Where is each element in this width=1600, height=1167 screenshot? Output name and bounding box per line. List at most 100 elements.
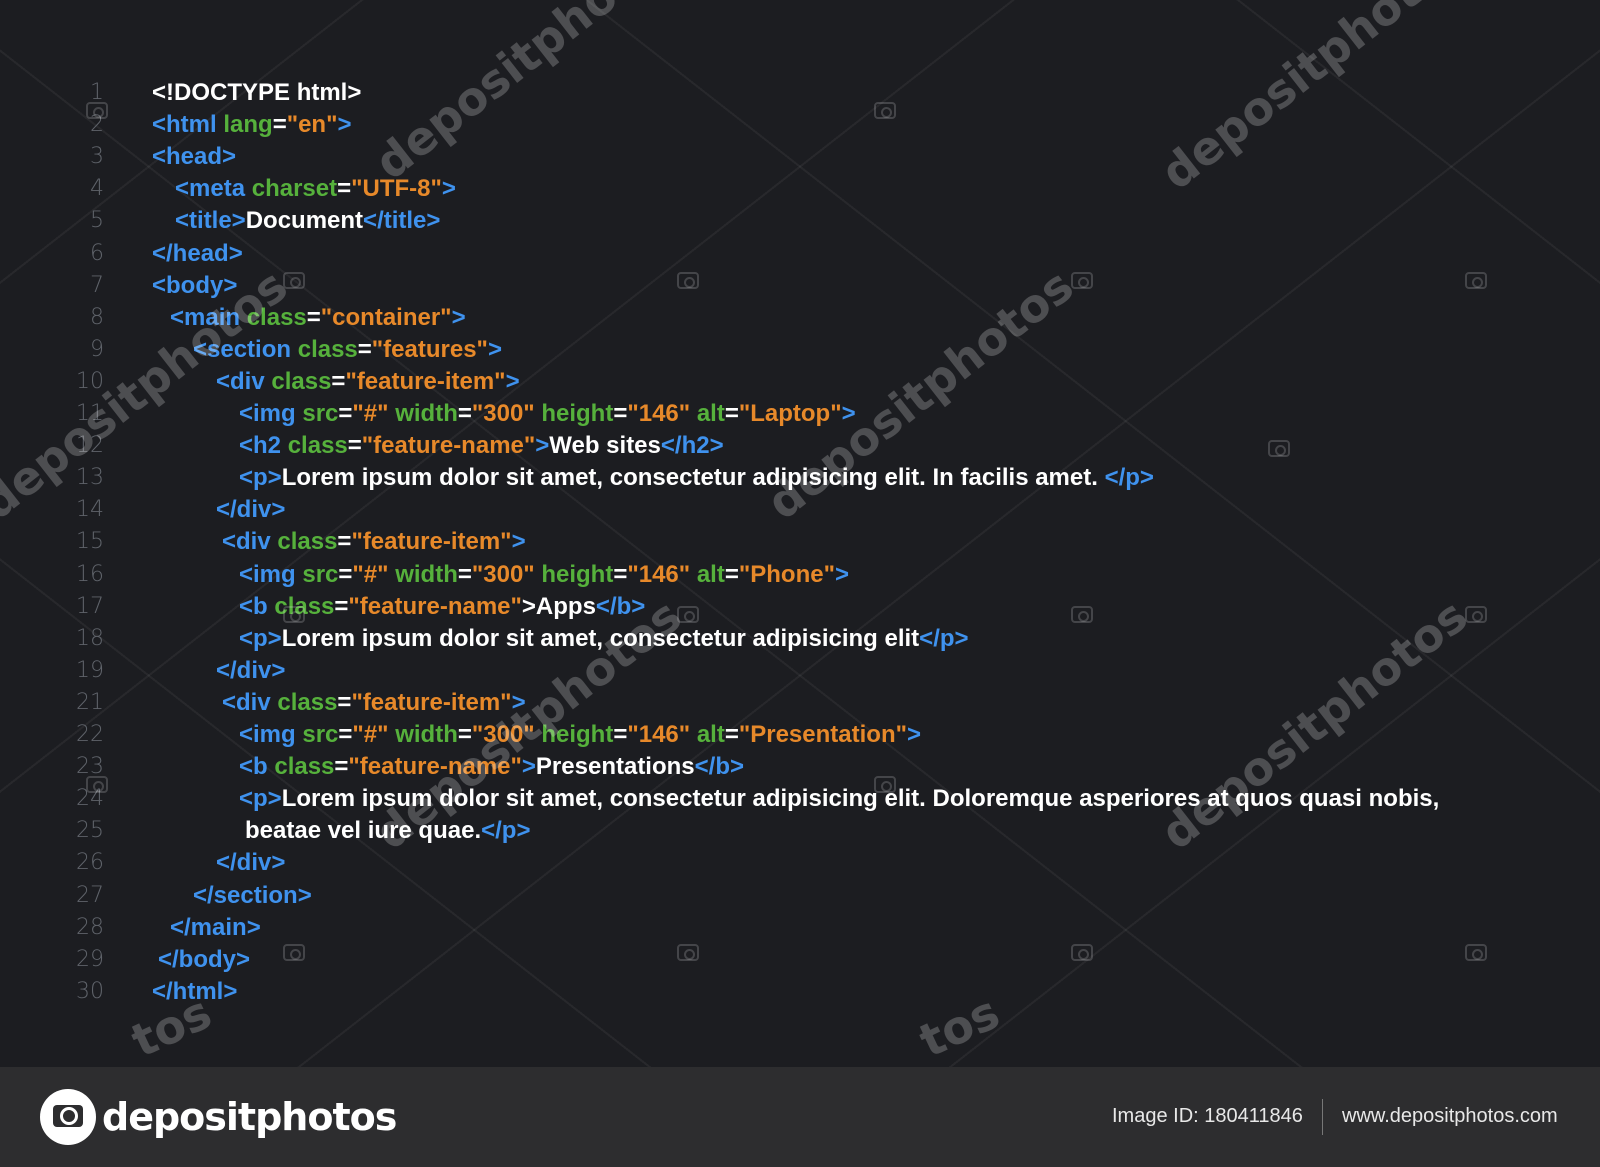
code-text: <title>Document</title> <box>175 205 440 237</box>
code-token: <b <box>239 753 275 781</box>
line-number: 1 <box>90 80 104 105</box>
code-token: = <box>357 335 372 363</box>
code-token: = <box>457 400 472 427</box>
code-token: <p> <box>239 785 282 813</box>
code-token: lang <box>223 111 273 139</box>
divider <box>1322 1099 1323 1135</box>
code-token: "Laptop" <box>738 400 842 427</box>
code-token: src <box>302 400 339 427</box>
camera-icon <box>1071 606 1093 623</box>
code-token: Web sites <box>549 432 661 460</box>
code-token: = <box>338 400 353 427</box>
code-text: </section> <box>193 880 312 912</box>
code-text: <div class="feature-item"> <box>222 687 526 719</box>
code-token: class <box>246 303 307 331</box>
code-text: <main class="container"> <box>170 302 466 334</box>
code-token: charset <box>251 175 338 203</box>
watermark: depositphotos <box>1150 0 1478 201</box>
code-token: width <box>395 400 458 427</box>
code-text: <img src="#" width="300" height="146" al… <box>239 398 856 430</box>
line-number: 14 <box>76 497 104 523</box>
code-token: class <box>274 592 335 620</box>
code-token: "300" <box>471 560 542 588</box>
code-token: "300" <box>471 721 542 748</box>
camera-icon <box>283 944 305 961</box>
code-text: </body> <box>158 944 250 976</box>
code-token: <div <box>222 688 278 716</box>
code-token: = <box>337 528 352 556</box>
code-token: class <box>277 688 338 716</box>
code-token: </div> <box>216 849 286 877</box>
code-token: > <box>337 111 352 139</box>
camera-icon <box>677 272 699 289</box>
code-token: = <box>724 721 739 748</box>
code-text: <img src="#" width="300" height="146" al… <box>239 719 921 751</box>
code-token: alt <box>696 400 725 427</box>
code-text: <html lang="en"> <box>152 109 351 141</box>
code-token: = <box>306 303 321 331</box>
code-token: "feature-name" <box>361 432 536 460</box>
code-token: </body> <box>158 945 251 973</box>
line-number: 28 <box>76 914 104 940</box>
code-token: "feature-name" <box>348 592 522 620</box>
code-token: > <box>535 432 550 460</box>
code-token: <body> <box>152 271 238 299</box>
code-token: = <box>724 560 739 588</box>
code-token: <img <box>239 721 303 748</box>
line-number: 8 <box>90 304 104 330</box>
camera-icon <box>677 606 699 623</box>
code-token: </div> <box>216 656 286 684</box>
code-text: </main> <box>170 912 261 944</box>
code-token: "300" <box>471 400 542 427</box>
line-number: 10 <box>76 368 104 394</box>
line-number: 3 <box>90 144 104 170</box>
line-number: 17 <box>76 593 104 619</box>
line-number: 12 <box>76 433 104 459</box>
code-token: <div <box>222 528 278 556</box>
camera-icon <box>1465 606 1487 623</box>
line-number: 13 <box>76 465 104 491</box>
code-token: = <box>338 560 353 588</box>
line-number: 11 <box>76 401 104 426</box>
code-token: </h2> <box>660 432 724 460</box>
logo-text: depositphotos <box>102 1095 397 1139</box>
code-text: <img src="#" width="300" height="146" al… <box>239 559 849 591</box>
line-number: 4 <box>90 176 104 202</box>
code-token: <img <box>239 400 303 427</box>
code-text: </html> <box>152 976 237 1008</box>
camera-icon <box>1465 272 1487 289</box>
line-number: 26 <box>76 850 104 876</box>
line-number: 25 <box>76 818 104 844</box>
code-token: </div> <box>216 496 286 524</box>
line-number: 21 <box>76 689 104 715</box>
line-number: 18 <box>76 625 104 651</box>
code-token: "feature-item" <box>351 528 512 556</box>
code-token: "Phone" <box>738 560 835 588</box>
code-token: <!DOCTYPE html> <box>152 79 362 106</box>
code-token: = <box>613 721 628 748</box>
code-token: Lorem ipsum dolor sit amet, consectetur … <box>281 624 920 652</box>
line-number: 29 <box>76 946 104 972</box>
code-token: <meta <box>175 175 252 203</box>
code-token: "feature-item" <box>345 367 506 395</box>
code-text: <section class="features"> <box>193 334 502 366</box>
code-token: </p> <box>481 817 531 845</box>
code-token: height <box>541 400 614 427</box>
code-token: </html> <box>152 977 238 1005</box>
line-number: 9 <box>90 336 104 362</box>
code-text: <h2 class="feature-name">Web sites</h2> <box>239 430 724 462</box>
code-token: </head> <box>152 239 243 267</box>
code-token: </p> <box>919 624 969 652</box>
code-token: <section <box>193 335 298 363</box>
code-text: </div> <box>216 494 285 526</box>
code-token: > <box>511 688 526 716</box>
line-number: 2 <box>90 112 104 138</box>
code-token: src <box>302 560 339 588</box>
code-token: Document <box>245 207 364 235</box>
code-text: <!DOCTYPE html> <box>152 77 361 109</box>
line-number: 23 <box>76 754 104 780</box>
code-token: > <box>505 367 520 395</box>
code-token: > <box>841 400 856 427</box>
code-token: "en" <box>286 111 338 139</box>
code-text: <div class="feature-item"> <box>216 366 520 398</box>
